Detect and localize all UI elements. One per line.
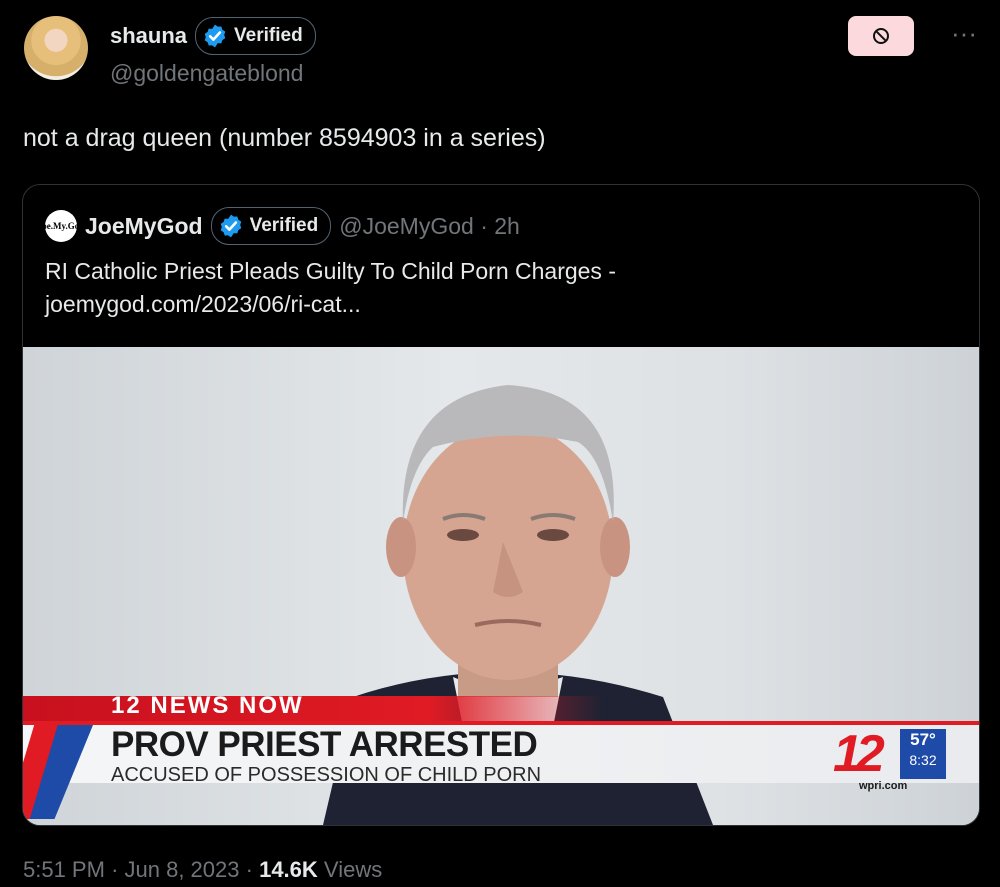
tweet-time[interactable]: 5:51 PM (23, 857, 105, 882)
quoted-media-image[interactable]: 12 NEWS NOW PROV PRIEST ARRESTED ACCUSED… (23, 347, 979, 825)
views-label: Views (323, 857, 383, 882)
quoted-verified-pill[interactable]: Verified (210, 207, 332, 245)
block-icon (873, 28, 889, 44)
meta-separator: · (111, 857, 119, 882)
author-name-row: shauna Verified (110, 16, 316, 56)
weather-box: 57° 8:32 (900, 729, 946, 779)
tweet-meta: 5:51 PM · Jun 8, 2023 · 14.6K Views (23, 857, 382, 883)
quoted-handle-time[interactable]: @JoeMyGod · 2h (339, 213, 520, 240)
weather-clock: 8:32 (909, 752, 937, 768)
news-tag-bar (23, 696, 603, 722)
author-handle[interactable]: @goldengateblond (110, 60, 303, 87)
quoted-display-name[interactable]: JoeMyGod (85, 213, 203, 240)
quoted-header: Joe.My.God JoeMyGod Verified @JoeMyGod ·… (38, 207, 520, 245)
quoted-avatar[interactable]: Joe.My.God (38, 210, 84, 242)
views-count[interactable]: 14.6K (259, 857, 318, 882)
quoted-tweet[interactable]: Joe.My.God JoeMyGod Verified @JoeMyGod ·… (22, 184, 980, 826)
author-avatar[interactable] (24, 16, 88, 80)
news-tag: 12 NEWS NOW (111, 692, 304, 719)
author-display-name[interactable]: shauna (110, 23, 187, 49)
quoted-text-line1: RI Catholic Priest Pleads Guilty To Chil… (45, 258, 616, 284)
verified-pill[interactable]: Verified (195, 17, 316, 55)
verified-badge-icon (204, 24, 226, 48)
verified-label: Verified (234, 25, 303, 46)
meta-separator: · (245, 857, 253, 882)
station-site: wpri.com (859, 780, 908, 792)
quoted-verified-label: Verified (249, 215, 319, 236)
quoted-text: RI Catholic Priest Pleads Guilty To Chil… (45, 255, 945, 321)
blocked-button[interactable] (848, 16, 914, 56)
news-subhead: ACCUSED OF POSSESSION OF CHILD PORN (111, 764, 542, 786)
verified-badge-icon (220, 214, 241, 238)
weather-temperature: 57° (910, 730, 936, 749)
more-options-icon[interactable]: ··· (944, 18, 984, 54)
news-headline: PROV PRIEST ARRESTED (111, 725, 538, 764)
quoted-link[interactable]: joemygod.com/2023/06/ri-cat... (45, 288, 945, 321)
channel-logo: 12 (833, 725, 885, 783)
news-lower-third: 12 NEWS NOW PROV PRIEST ARRESTED ACCUSED… (23, 692, 979, 825)
tweet-date[interactable]: Jun 8, 2023 (125, 857, 240, 882)
tweet-text: not a drag queen (number 8594903 in a se… (23, 124, 546, 152)
